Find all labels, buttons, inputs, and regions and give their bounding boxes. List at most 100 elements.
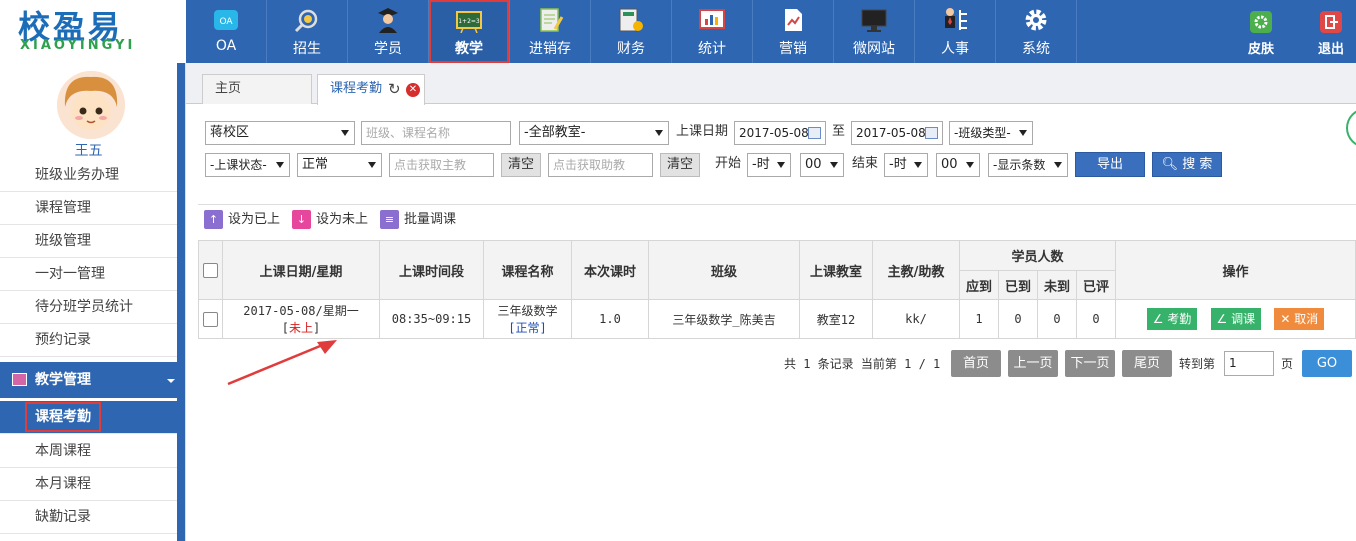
teacher-input[interactable]: 点击获取主教 <box>389 153 494 177</box>
pager-summary: 共 1 条记录 当前第 1 / 1 <box>784 357 941 371</box>
col-room[interactable]: 上课教室 <box>799 240 873 300</box>
nav-hr[interactable]: 人事 <box>915 0 995 63</box>
tab-home[interactable]: 主页 <box>202 74 312 104</box>
col-hours[interactable]: 本次课时 <box>571 240 649 300</box>
col-class[interactable]: 班级 <box>648 240 800 300</box>
tab-course-attendance[interactable]: 课程考勤 ↻ ✕ <box>317 74 425 105</box>
sidebar-item-month-courses[interactable]: 本月课程 <box>0 468 177 501</box>
col-time[interactable]: 上课时间段 <box>379 240 484 300</box>
col-absent: 未到 <box>1037 270 1077 300</box>
col-date[interactable]: 上课日期/星期 <box>222 240 380 300</box>
sidebar-item-course-attendance[interactable]: 课程考勤 <box>0 401 177 434</box>
nav-label: 营销 <box>779 41 807 57</box>
cell-time: 08:35~09:15 <box>379 299 484 339</box>
student-icon <box>378 8 398 33</box>
next-page-button[interactable]: 下一页 <box>1065 350 1115 377</box>
nav-logout[interactable]: 退出 <box>1296 0 1356 63</box>
nav-teaching[interactable]: 1+2=3 教学 <box>429 0 509 63</box>
calendar-icon <box>808 127 821 139</box>
tab-label: 课程考勤 <box>330 81 383 96</box>
sidebar-item-appointments[interactable]: 预约记录 <box>0 324 177 357</box>
select-all-checkbox[interactable] <box>203 262 218 278</box>
clear-assistant-button[interactable]: 清空 <box>660 153 700 177</box>
nav-label: 微网站 <box>853 41 895 57</box>
sidebar-item-class-business[interactable]: 班级业务办理 <box>0 159 177 192</box>
avatar <box>57 71 125 139</box>
skin-icon <box>1250 11 1272 33</box>
sidebar-item-week-courses[interactable]: 本周课程 <box>0 435 177 468</box>
sidebar-item-label: 课程考勤 <box>25 402 101 432</box>
page-input[interactable]: 1 <box>1224 351 1274 376</box>
go-button[interactable]: GO <box>1302 350 1352 377</box>
close-icon[interactable]: ✕ <box>406 83 420 97</box>
sidebar-item-pending-students[interactable]: 待分班学员统计 <box>0 291 177 324</box>
cell-rated[interactable]: 0 <box>1076 299 1116 339</box>
class-type-select[interactable]: -班级类型- <box>949 121 1033 145</box>
sidebar-item-course-management[interactable]: 课程管理 <box>0 192 177 225</box>
sidebar-group-label: 教学管理 <box>35 372 91 388</box>
cancel-button[interactable]: ✕ 取消 <box>1274 308 1325 330</box>
cell-teacher: kk/ <box>872 299 960 339</box>
campus-select[interactable]: 蒋校区 <box>205 121 355 145</box>
date-label: 上课日期 <box>676 124 729 139</box>
gear-icon <box>1025 9 1047 31</box>
end-minute-select[interactable]: 00 <box>936 153 980 177</box>
hr-icon <box>945 8 967 30</box>
logout-icon <box>1320 11 1342 33</box>
select-all-cell <box>198 240 223 300</box>
side-float-button[interactable] <box>1346 108 1356 148</box>
sidebar-scrollbar[interactable] <box>177 63 185 541</box>
nav-label: 学员 <box>374 41 402 57</box>
sidebar-item-absence-records[interactable]: 缺勤记录 <box>0 501 177 534</box>
close-icon: ✕ <box>1280 312 1291 326</box>
show-count-select[interactable]: -显示条数 <box>988 153 1068 177</box>
col-ops: 操作 <box>1115 240 1356 300</box>
sidebar-group-teaching[interactable]: 教学管理 <box>0 362 177 398</box>
nav-system[interactable]: 系统 <box>996 0 1076 63</box>
col-teacher[interactable]: 主教/助教 <box>872 240 960 300</box>
last-page-button[interactable]: 尾页 <box>1122 350 1172 377</box>
class-status-select[interactable]: -上课状态- <box>205 153 290 177</box>
prev-page-button[interactable]: 上一页 <box>1008 350 1058 377</box>
cell-class: 三年级数学_陈美吉 <box>648 299 800 339</box>
nav-marketing[interactable]: 营销 <box>753 0 833 63</box>
start-minute-select[interactable]: 00 <box>800 153 844 177</box>
class-search-input[interactable]: 班级、课程名称 <box>361 121 511 145</box>
sidebar-item-one-on-one[interactable]: 一对一管理 <box>0 258 177 291</box>
logo: 校盈易 XIAOYINGYI <box>0 0 186 63</box>
nav-microsite[interactable]: 微网站 <box>834 0 914 63</box>
search-button[interactable]: 🔍︎ 搜 索 <box>1152 152 1222 177</box>
assistant-input[interactable]: 点击获取助教 <box>548 153 653 177</box>
col-students: 学员人数 <box>959 240 1116 271</box>
date-from-input[interactable]: 2017-05-08 <box>734 121 826 145</box>
attendance-button[interactable]: ∠ 考勤 <box>1146 308 1198 330</box>
set-done-button[interactable]: ↑ 设为已上 <box>204 209 280 231</box>
normal-select[interactable]: 正常 <box>297 153 382 177</box>
nav-skin[interactable]: 皮肤 <box>1226 0 1296 63</box>
col-course[interactable]: 课程名称 <box>483 240 572 300</box>
edit-icon: ∠ <box>1152 312 1164 326</box>
clear-teacher-button[interactable]: 清空 <box>501 153 541 177</box>
first-page-button[interactable]: 首页 <box>951 350 1001 377</box>
logo-en: XIAOYINGYI <box>20 38 136 53</box>
nav-inventory[interactable]: 进销存 <box>510 0 590 63</box>
start-hour-select[interactable]: -时 <box>747 153 791 177</box>
adjust-button[interactable]: ∠ 调课 <box>1210 308 1262 330</box>
batch-adjust-button[interactable]: ≡ 批量调课 <box>380 209 456 231</box>
end-hour-select[interactable]: -时 <box>884 153 928 177</box>
nav-finance[interactable]: 财务 <box>591 0 671 63</box>
row-checkbox[interactable] <box>203 311 218 327</box>
nav-statistics[interactable]: 统计 <box>672 0 752 63</box>
date-to-input[interactable]: 2017-05-08 <box>851 121 943 145</box>
classroom-select[interactable]: -全部教室- <box>519 121 669 145</box>
sidebar-item-class-management[interactable]: 班级管理 <box>0 225 177 258</box>
nav-label: 教学 <box>455 41 483 57</box>
export-button[interactable]: 导出 <box>1075 152 1145 177</box>
refresh-icon[interactable]: ↻ <box>388 75 401 103</box>
nav-oa[interactable]: OA OA <box>186 0 266 63</box>
nav-recruit[interactable]: 招生 <box>267 0 347 63</box>
set-undone-button[interactable]: ↓ 设为未上 <box>292 209 368 231</box>
cell-date: 2017-05-08/星期一 [未上] <box>222 299 380 339</box>
cell-room: 教室12 <box>799 299 873 339</box>
nav-student[interactable]: 学员 <box>348 0 428 63</box>
